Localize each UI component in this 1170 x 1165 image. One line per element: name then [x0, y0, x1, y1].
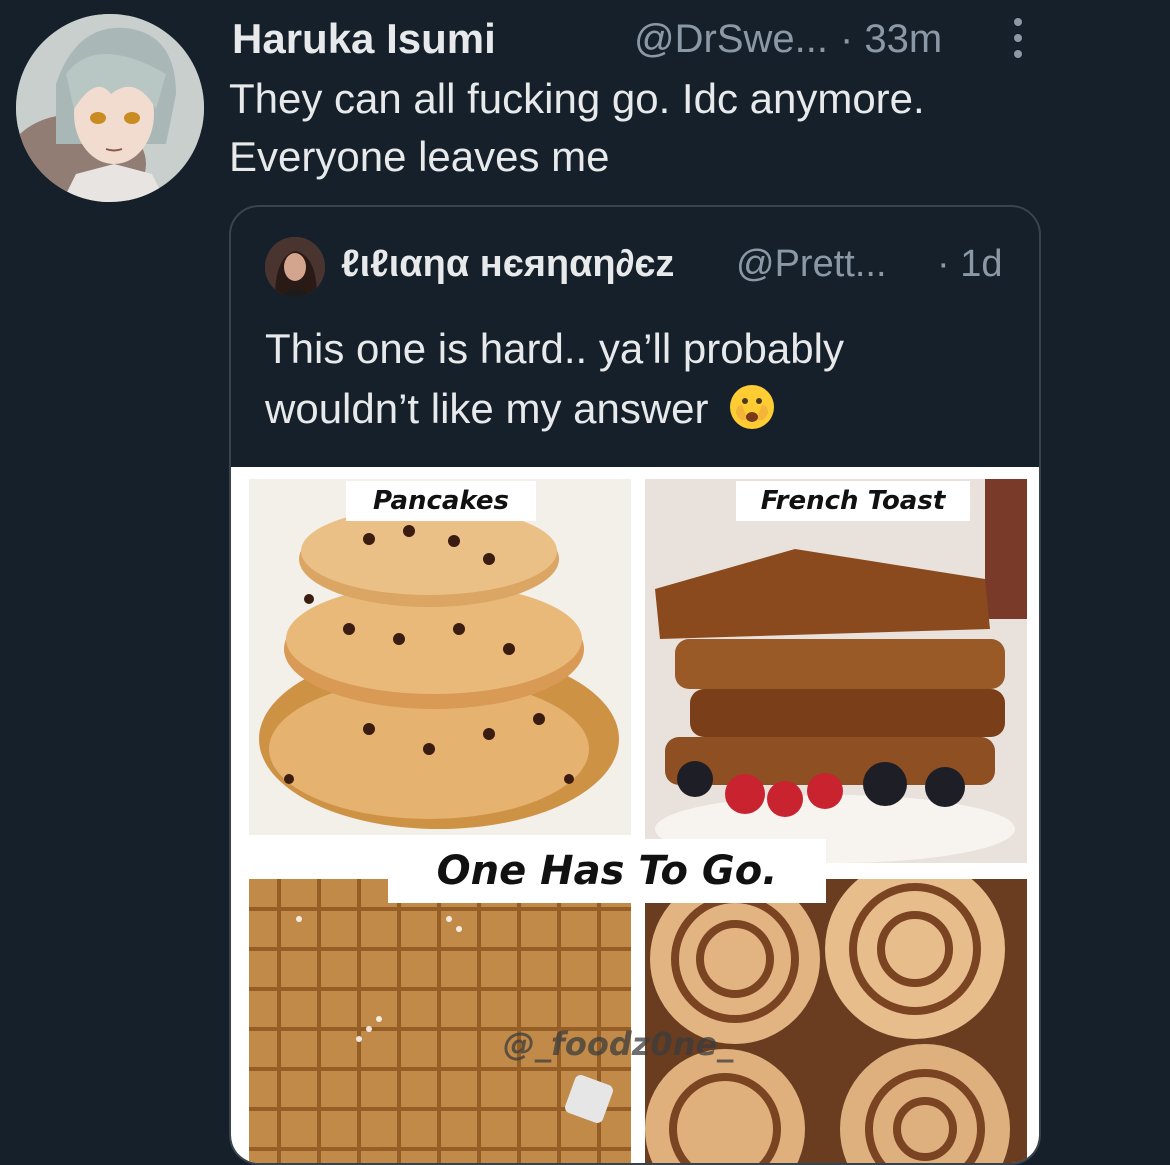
more-vertical-icon[interactable]: [1006, 18, 1030, 58]
tweet-time[interactable]: · 33m: [840, 17, 942, 62]
pancakes-label: Pancakes: [346, 481, 536, 521]
one-has-to-go-label: One Has To Go.: [388, 839, 826, 903]
waffles-photo: [249, 879, 631, 1163]
quoted-author-name[interactable]: ℓιℓιαηα нєяηαη∂єz: [341, 243, 674, 286]
anime-avatar-icon: [16, 14, 204, 202]
quoted-media-image[interactable]: Pancakes French Toast One Has To Go. @_f…: [231, 467, 1039, 1163]
tweet-text-line-2: Everyone leaves me: [229, 133, 610, 180]
french-toast-label: French Toast: [736, 481, 970, 521]
profile-photo-icon: [265, 237, 325, 297]
quoted-tweet-time[interactable]: · 1d: [937, 243, 1002, 286]
author-handle-and-time: @DrSwe... · 33m: [634, 14, 942, 64]
author-avatar[interactable]: [16, 14, 204, 202]
tweet-text: They can all fucking go. Idc anymore. Ev…: [229, 70, 1129, 186]
face-with-open-eyes-and-hand-over-mouth-icon: [730, 385, 775, 429]
quoted-tweet-text: This one is hard.. ya’ll probably wouldn…: [265, 319, 844, 439]
cinnamon-rolls-photo: [645, 879, 1027, 1163]
pancakes-photo: [249, 479, 631, 835]
media-watermark: @_foodz0ne_: [503, 1025, 734, 1063]
tweet-header: Haruka Isumi: [232, 14, 496, 64]
quoted-author-handle[interactable]: @Prett...: [736, 243, 887, 286]
tweet-text-line-1: They can all fucking go. Idc anymore.: [229, 75, 925, 122]
author-name[interactable]: Haruka Isumi: [232, 15, 496, 63]
quoted-tweet[interactable]: ℓιℓιαηα нєяηαη∂єz @Prett... · 1d This on…: [229, 205, 1041, 1165]
french-toast-photo: [645, 479, 1027, 863]
quoted-text-line-2: wouldn’t like my answer: [265, 385, 709, 432]
quoted-text-line-1: This one is hard.. ya’ll probably: [265, 325, 844, 372]
quoted-author-avatar[interactable]: [265, 237, 325, 297]
author-handle[interactable]: @DrSwe...: [634, 17, 828, 62]
